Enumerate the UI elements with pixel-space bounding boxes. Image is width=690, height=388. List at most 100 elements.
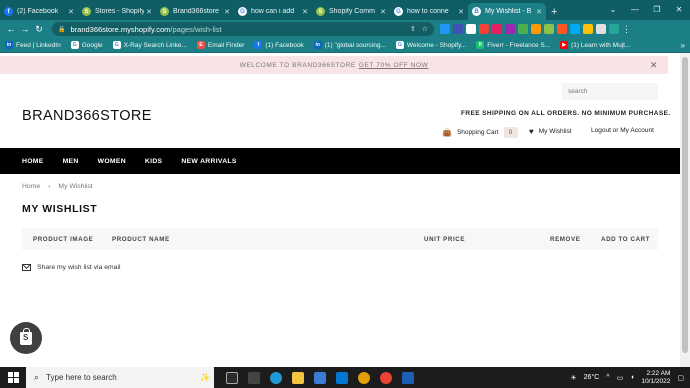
weather-temp[interactable]: 26°C xyxy=(584,374,600,381)
tab-label: My Wishlist - B xyxy=(485,8,532,15)
tab-close-icon[interactable]: ✕ xyxy=(224,8,230,16)
notification-icon[interactable]: ▢ xyxy=(677,374,684,382)
bookmark-item[interactable]: E Email Finder xyxy=(196,41,244,49)
search-input[interactable]: search xyxy=(562,83,658,100)
restore-button[interactable]: ❐ xyxy=(646,0,668,18)
bookmark-item[interactable]: G Welcome - Shopify... xyxy=(395,41,466,49)
google-icon: G xyxy=(394,7,403,16)
close-window-button[interactable]: ✕ xyxy=(668,0,690,18)
nav-home[interactable]: HOME xyxy=(22,158,44,165)
volume-icon[interactable]: ◖ xyxy=(630,374,634,381)
bookmark-item[interactable]: in (1) "global sourcing... xyxy=(313,41,386,49)
network-icon[interactable]: ▭ xyxy=(617,374,624,382)
store-icon: B xyxy=(472,7,481,16)
column-remove: REMOVE xyxy=(550,236,581,243)
extension-icon[interactable] xyxy=(544,23,554,34)
file-explorer-icon[interactable] xyxy=(292,371,304,384)
nav-women[interactable]: WOMEN xyxy=(98,158,126,165)
url-field[interactable]: 🔒 brand366store.myshopify.com/pages/wish… xyxy=(52,22,434,36)
bookmark-item[interactable]: G X-Ray Search Linke... xyxy=(112,41,187,49)
bookmark-star-icon[interactable]: ☆ xyxy=(422,25,428,33)
bookmark-label: Feed | LinkedIn xyxy=(16,41,61,49)
cart-link[interactable]: 👜 Shopping Cart 0 xyxy=(442,127,518,138)
breadcrumb-home[interactable]: Home xyxy=(22,183,40,190)
bookmark-item[interactable]: in Feed | LinkedIn xyxy=(5,41,61,49)
account-link[interactable]: Logout or My Account xyxy=(591,127,654,134)
extension-icon[interactable] xyxy=(479,23,489,34)
bookmark-item[interactable]: ▶ (1) Learn with Mujt... xyxy=(560,41,630,49)
reload-button[interactable]: ↻ xyxy=(32,24,46,35)
shopify-icon: S xyxy=(82,7,91,16)
extension-icon[interactable] xyxy=(466,23,476,34)
facebook-icon: f xyxy=(4,7,13,16)
extension-icon[interactable] xyxy=(453,23,463,34)
extension-icon[interactable] xyxy=(570,23,580,34)
bookmark-label: (1) Learn with Mujt... xyxy=(571,41,631,49)
bookmark-favicon-icon: in xyxy=(313,41,322,49)
minimize-button[interactable]: — xyxy=(624,0,646,18)
browser-tab[interactable]: Ghow to conne ✕ xyxy=(390,3,468,20)
tab-close-icon[interactable]: ✕ xyxy=(536,8,542,16)
browser-tab[interactable]: f (2) Facebook ✕ xyxy=(0,3,78,20)
extension-icon[interactable] xyxy=(518,23,528,34)
nav-men[interactable]: MEN xyxy=(63,158,79,165)
new-tab-button[interactable]: + xyxy=(546,3,562,20)
tab-label: how to conne xyxy=(407,8,449,15)
widgets-icon[interactable] xyxy=(248,371,260,384)
puzzle-icon[interactable] xyxy=(596,23,606,34)
tab-close-icon[interactable]: ✕ xyxy=(68,8,74,16)
tab-close-icon[interactable]: ✕ xyxy=(302,8,308,16)
extension-icon[interactable] xyxy=(583,23,593,34)
page-scrollbar[interactable] xyxy=(680,53,690,367)
bookmark-item[interactable]: G Google xyxy=(70,41,103,49)
extension-icon[interactable] xyxy=(557,23,567,34)
extension-icon[interactable] xyxy=(492,23,502,34)
back-button[interactable]: ← xyxy=(4,24,18,34)
browser-tab[interactable]: B My Wishlist - B ✕ xyxy=(468,3,546,20)
tray-chevron-icon[interactable]: ^ xyxy=(606,374,609,381)
store-logo[interactable]: BRAND366STORE xyxy=(22,108,152,124)
task-view-icon[interactable] xyxy=(226,371,238,384)
scrollbar-thumb[interactable] xyxy=(682,57,688,353)
column-unit-price: UNIT PRICE xyxy=(424,236,466,243)
app-icon[interactable] xyxy=(358,371,370,384)
extension-icon[interactable] xyxy=(531,23,541,34)
close-icon[interactable]: ✕ xyxy=(650,60,658,71)
bookmark-favicon-icon: fi xyxy=(476,41,485,49)
nav-kids[interactable]: KIDS xyxy=(145,158,162,165)
forward-button[interactable]: → xyxy=(18,24,32,34)
wishlist-link[interactable]: ♥ My Wishlist xyxy=(529,127,572,136)
browser-tab[interactable]: S Shopify Comm ✕ xyxy=(312,3,390,20)
extension-icon[interactable] xyxy=(505,23,515,34)
share-icon[interactable]: ⇪ xyxy=(410,25,416,33)
extension-icon[interactable] xyxy=(440,23,450,34)
browser-tab[interactable]: Ghow can i add ✕ xyxy=(234,3,312,20)
clock[interactable]: 2:22 AM 10/1/2022 xyxy=(641,370,670,386)
chrome-icon[interactable] xyxy=(380,371,392,384)
start-button[interactable] xyxy=(0,367,26,388)
word-icon[interactable] xyxy=(402,371,414,384)
profile-avatar[interactable] xyxy=(609,23,619,34)
more-bookmarks-button[interactable]: » xyxy=(681,41,685,50)
edge-icon[interactable] xyxy=(270,371,282,384)
share-wishlist-link[interactable]: Share my wish list via email xyxy=(22,264,120,271)
tab-close-icon[interactable]: ✕ xyxy=(146,8,152,16)
search-icon: ⌕ xyxy=(34,372,40,382)
taskbar-search-field[interactable]: ⌕ Type here to search ✨ xyxy=(26,367,214,388)
browser-tab[interactable]: S Brand366store ✕ xyxy=(156,3,234,20)
nav-new-arrivals[interactable]: NEW ARRIVALS xyxy=(181,158,236,165)
shopify-badge[interactable] xyxy=(10,322,42,354)
bookmark-item[interactable]: fi Fiverr - Freelance S... xyxy=(476,41,550,49)
browser-tab[interactable]: S Stores - Shopify ✕ xyxy=(78,3,156,20)
mail-app-icon[interactable] xyxy=(336,371,348,384)
clock-date: 10/1/2022 xyxy=(641,377,671,385)
chevron-down-icon[interactable]: ⌄ xyxy=(602,0,624,18)
tab-close-icon[interactable]: ✕ xyxy=(380,8,386,16)
tab-close-icon[interactable]: ✕ xyxy=(458,8,464,16)
column-product-image: PRODUCT IMAGE xyxy=(33,236,94,243)
cart-label: Shopping Cart xyxy=(456,129,499,136)
store-icon[interactable] xyxy=(314,371,326,384)
kebab-menu-icon[interactable]: ⋮ xyxy=(622,24,631,35)
announcement-link[interactable]: GET 70% OFF NOW xyxy=(359,62,429,69)
bookmark-item[interactable]: f (1) Facebook xyxy=(254,41,304,49)
